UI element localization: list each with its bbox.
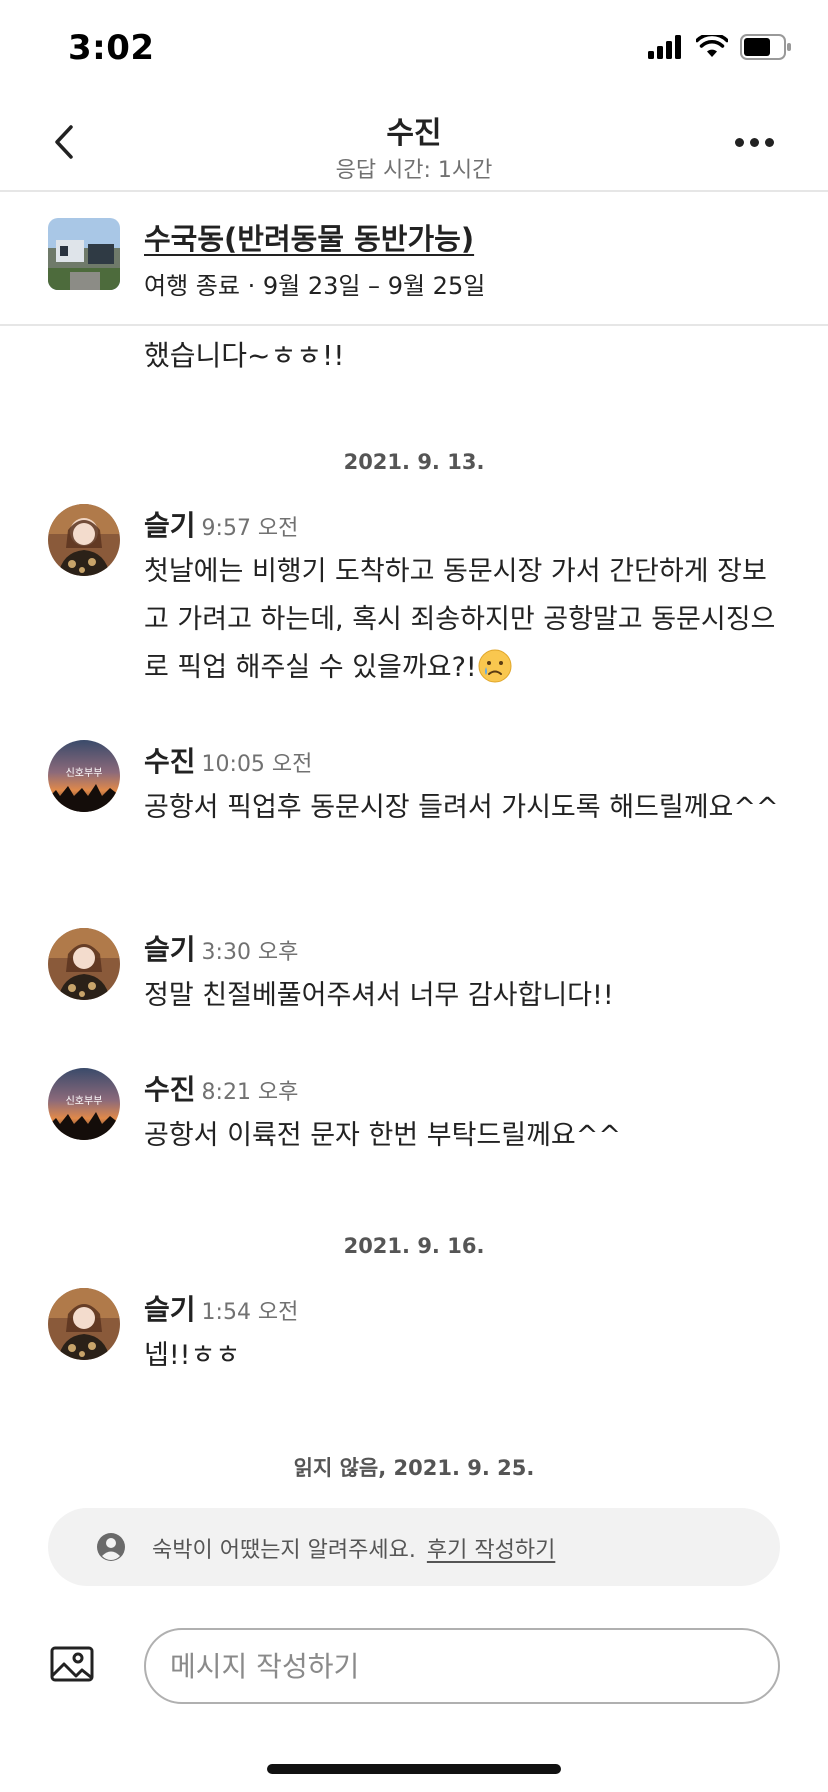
unread-note: 읽지 않음, 2021. 9. 25. — [293, 1456, 535, 1480]
more-dots-icon — [734, 137, 744, 147]
listing-thumbnail — [48, 218, 120, 290]
image-icon[interactable] — [48, 1640, 96, 1688]
sender-name: 수진 — [144, 745, 196, 778]
svg-text:신호부부: 신호부부 — [66, 767, 103, 779]
message-text: 정말 친절베풀어주셔서 너무 감사합니다!! — [144, 980, 614, 1011]
sender-name: 슬기 — [144, 933, 196, 966]
response-time: 응답 시간: 1시간 — [335, 158, 493, 183]
review-prompt-text: 숙박이 어땠는지 알려주세요. — [152, 1538, 416, 1563]
host-name-title: 수진 — [386, 116, 442, 151]
message-partial-text: 했습니다~ㅎㅎ!! — [144, 339, 345, 372]
svg-text:신호부부: 신호부부 — [66, 1095, 103, 1107]
message-text: 공항서 픽업후 동문시장 들려서 가시도록 해드릴께요^^ — [144, 792, 779, 823]
sender-name: 슬기 — [144, 1293, 196, 1326]
avatar-guest[interactable] — [48, 504, 120, 576]
chat-header: 수진 응답 시간: 1시간 — [0, 96, 828, 192]
wifi-icon — [696, 35, 728, 57]
message-text: 공항서 이륙전 문자 한번 부탁드릴께요^^ — [144, 1120, 622, 1151]
user-circle-icon — [97, 1533, 125, 1561]
more-options-button[interactable] — [726, 122, 782, 162]
message-thread[interactable]: 했습니다~ㅎㅎ!! 2021. 9. 13. 슬기 9:57 오전 첫날에는 비행… — [0, 328, 828, 1428]
avatar-guest[interactable] — [48, 928, 120, 1000]
message-text: 첫날에는 비행기 도착하고 동문시장 가서 간단하게 장보고 가려고 하는데, … — [144, 556, 776, 683]
message-input[interactable] — [144, 1628, 780, 1704]
date-separator: 2021. 9. 16. — [343, 1234, 485, 1258]
avatar-host[interactable]: 신호부부 — [48, 1068, 120, 1140]
status-time: 3:02 — [68, 28, 155, 68]
status-bar: 3:02 — [0, 0, 828, 96]
sender-name: 수진 — [144, 1073, 196, 1106]
message-composer — [0, 1610, 828, 1720]
message-time: 10:05 오전 — [201, 752, 313, 777]
review-prompt: 숙박이 어땠는지 알려주세요. 후기 작성하기 — [48, 1508, 780, 1586]
home-indicator — [267, 1764, 561, 1774]
message-time: 8:21 오후 — [201, 1080, 299, 1105]
message-time: 3:30 오후 — [201, 940, 299, 965]
date-separator: 2021. 9. 13. — [343, 450, 485, 474]
sender-name: 슬기 — [144, 509, 196, 542]
signal-icon — [648, 35, 681, 59]
listing-summary[interactable]: 수국동(반려동물 동반가능) 여행 종료 · 9월 23일 – 9월 25일 — [0, 194, 828, 326]
avatar-guest[interactable] — [48, 1288, 120, 1360]
message-text: 넵!!ㅎㅎ — [144, 1340, 241, 1371]
status-icons — [648, 34, 792, 60]
message-time: 9:57 오전 — [201, 516, 299, 541]
write-review-link[interactable]: 후기 작성하기 — [427, 1538, 555, 1563]
listing-name-link[interactable]: 수국동(반려동물 동반가능) — [144, 216, 474, 258]
message-time: 1:54 오전 — [201, 1300, 299, 1325]
battery-icon — [740, 34, 791, 60]
trip-dates: 여행 종료 · 9월 23일 – 9월 25일 — [144, 272, 486, 300]
avatar-host[interactable]: 신호부부 — [48, 740, 120, 812]
crying-face-icon — [478, 649, 512, 683]
